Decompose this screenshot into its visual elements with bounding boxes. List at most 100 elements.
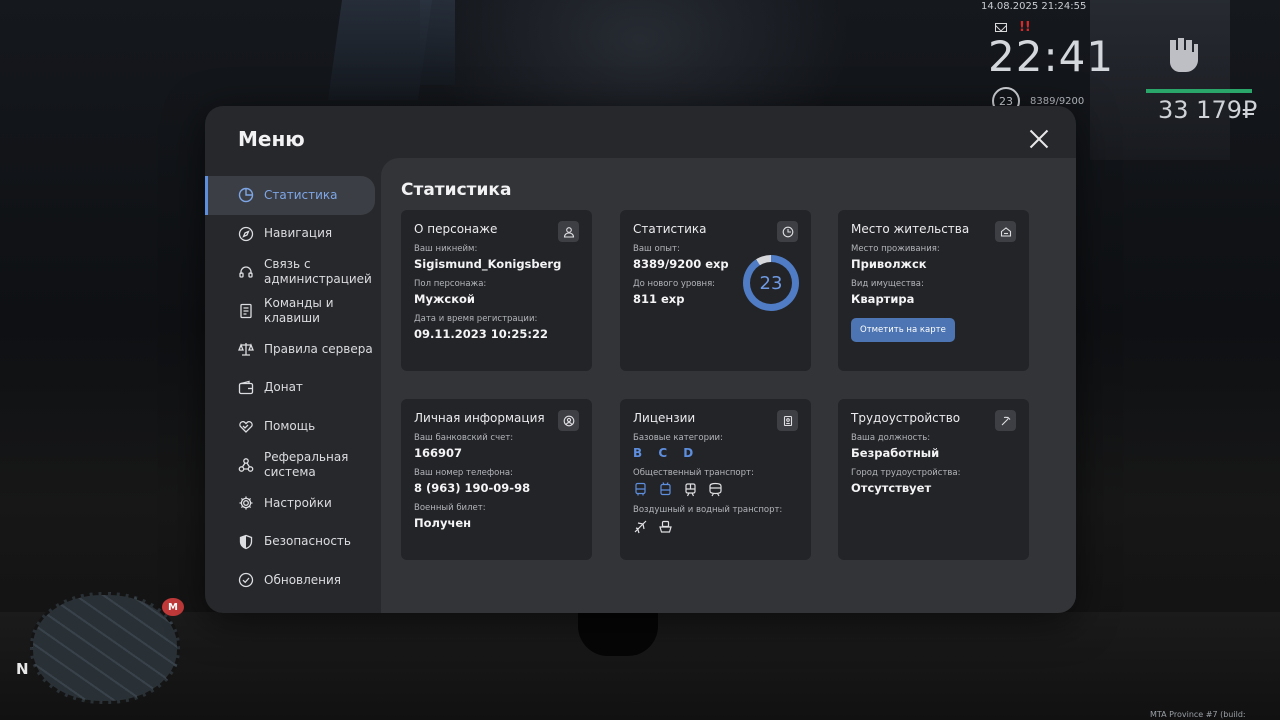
card-title: Статистика <box>633 222 707 236</box>
gear-icon <box>238 495 254 511</box>
north-indicator: N <box>16 660 29 678</box>
sidebar-item-donate[interactable]: Донат <box>205 369 381 408</box>
bank-account-value: 166907 <box>414 446 463 460</box>
clock-chart-icon <box>777 221 798 242</box>
background-tower <box>420 0 455 85</box>
field-label: Воздушный и водный транспорт: <box>633 505 783 515</box>
hud-timestamp: 14.08.2025 21:24:55 <box>981 1 1087 12</box>
sidebar-item-label: Донат <box>264 380 303 395</box>
sidebar-item-help[interactable]: Помощь <box>205 407 381 446</box>
sidebar-item-label: Правила сервера <box>264 341 373 356</box>
sidebar-item-security[interactable]: Безопасность <box>205 523 381 562</box>
employment-card: Трудоустройство Ваша должность: Безработ… <box>838 399 1029 560</box>
stats-card: Статистика Ваш опыт: 8389/9200 exp До но… <box>620 210 811 371</box>
menu-modal: Меню Статистика Навигация Связь с админи… <box>205 106 1076 613</box>
user-icon <box>558 221 579 242</box>
sidebar-item-label: Безопасность <box>264 534 351 549</box>
character-card: О персонаже Ваш никнейм: Sigismund_Konig… <box>401 210 592 371</box>
card-title: Трудоустройство <box>851 411 961 425</box>
player-character <box>578 612 658 656</box>
field-label: Место проживания: <box>851 244 940 254</box>
compass-icon <box>238 226 254 242</box>
mail-icon <box>995 23 1007 32</box>
card-title: Лицензии <box>633 411 696 425</box>
id-badge-icon <box>777 410 798 431</box>
build-info: MTA Province #7 (build: 6.12416.9 <box>1150 710 1246 720</box>
scales-icon <box>238 341 254 357</box>
gender-value: Мужской <box>414 292 475 306</box>
field-label: Общественный транспорт: <box>633 468 754 478</box>
document-icon <box>238 303 254 319</box>
field-label: Вид имущества: <box>851 279 924 289</box>
metro-icon: M <box>162 598 184 616</box>
card-title: Место жительства <box>851 222 970 236</box>
shield-icon <box>238 534 254 550</box>
pie-chart-icon <box>238 187 254 203</box>
sidebar-item-label: Обновления <box>264 572 342 587</box>
phone-value: 8 (963) 190-09-98 <box>414 481 531 495</box>
sidebar-item-rules[interactable]: Правила сервера <box>205 330 381 369</box>
sidebar-item-label: Навигация <box>264 226 333 241</box>
user-circle-icon <box>558 410 579 431</box>
field-label: Базовые категории: <box>633 433 723 443</box>
trolleybus-icon <box>658 482 673 497</box>
bus-icon <box>633 482 648 497</box>
sidebar-item-updates[interactable]: Обновления <box>205 561 381 600</box>
field-label: Дата и время регистрации: <box>414 314 538 324</box>
field-label: Ваш никнейм: <box>414 244 478 254</box>
hud-health-bar <box>1146 89 1252 93</box>
sidebar-item-label: Помощь <box>264 418 316 433</box>
sidebar-item-navigation[interactable]: Навигация <box>205 215 381 254</box>
check-circle-icon <box>238 572 254 588</box>
minimap-map <box>30 592 180 704</box>
minimap: M N <box>12 578 192 712</box>
content-title: Статистика <box>401 180 512 200</box>
pickaxe-icon <box>995 410 1016 431</box>
field-label: Военный билет: <box>414 503 486 513</box>
registration-value: 09.11.2023 10:25:22 <box>414 327 548 341</box>
boat-icon <box>658 519 673 534</box>
licenses-card: Лицензии Базовые категории: B C D Общест… <box>620 399 811 560</box>
network-icon <box>238 457 254 473</box>
public-transport-icons <box>633 482 798 497</box>
mark-on-map-button[interactable]: Отметить на карте <box>851 318 955 342</box>
sidebar-item-label: Настройки <box>264 495 332 510</box>
field-label: Ваша должность: <box>851 433 931 443</box>
military-id-value: Получен <box>414 516 472 530</box>
wallet-icon <box>238 380 254 396</box>
sidebar-item-label: Связь с администрацией <box>264 257 372 287</box>
plane-icon <box>633 519 648 534</box>
tram-icon <box>683 482 698 497</box>
level-progress-ring: 23 <box>743 255 799 311</box>
home-icon <box>995 221 1016 242</box>
sidebar-item-settings[interactable]: Настройки <box>205 484 381 523</box>
level-value: 23 <box>750 262 792 304</box>
sidebar-item-label: Команды и клавиши <box>264 295 334 325</box>
sidebar-item-admin-contact[interactable]: Связь с администрацией <box>205 253 381 292</box>
fist-icon <box>1170 38 1198 72</box>
close-button[interactable] <box>1028 128 1050 150</box>
background-tower <box>327 0 433 100</box>
sidebar-item-commands[interactable]: Команды и клавиши <box>205 292 381 331</box>
nickname-value: Sigismund_Konigsberg <box>414 257 562 271</box>
metro-train-icon <box>708 482 723 497</box>
menu-title: Меню <box>238 127 305 151</box>
property-value: Квартира <box>851 292 915 306</box>
residence-value: Приволжск <box>851 257 927 271</box>
license-categories: B C D <box>633 446 700 460</box>
sidebar-item-label: Статистика <box>264 187 338 202</box>
headset-icon <box>238 264 254 280</box>
field-label: Ваш банковский счет: <box>414 433 514 443</box>
hud-money: 33 179₽ <box>1158 96 1258 124</box>
field-label: Ваш номер телефона: <box>414 468 513 478</box>
field-label: Город трудоустройства: <box>851 468 961 478</box>
field-label: Ваш опыт: <box>633 244 680 254</box>
card-title: О персонаже <box>414 222 498 236</box>
sidebar-item-statistics[interactable]: Статистика <box>205 176 375 215</box>
sidebar-item-referral[interactable]: Реферальная система <box>205 446 381 485</box>
handshake-heart-icon <box>238 418 254 434</box>
position-value: Безработный <box>851 446 940 460</box>
hud-clock: 22:41 <box>988 32 1115 81</box>
card-title: Личная информация <box>414 411 545 425</box>
personal-info-card: Личная информация Ваш банковский счет: 1… <box>401 399 592 560</box>
